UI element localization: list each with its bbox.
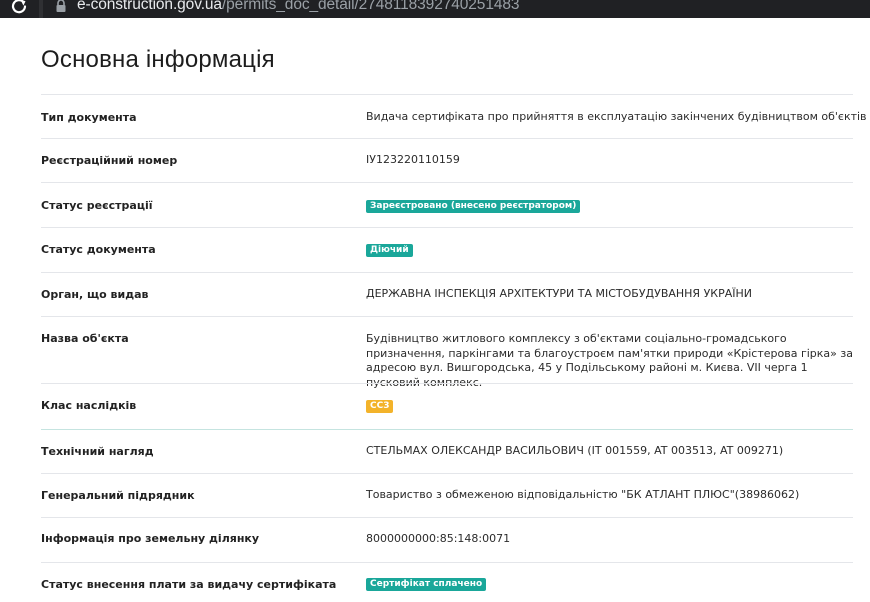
lock-icon[interactable] (55, 0, 67, 13)
document-info-table: Тип документа Видача сертифіката про при… (41, 94, 867, 602)
row-issuing-authority: Орган, що видав ДЕРЖАВНА ІНСПЕКЦІЯ АРХІТ… (41, 272, 853, 316)
reload-icon[interactable] (10, 0, 28, 15)
page-title: Основна інформація (41, 46, 275, 73)
status-badge: Зареєстровано (внесено реєстратором) (366, 200, 581, 213)
row-label: Тип документа (41, 111, 137, 124)
row-land-plot-info: Інформація про земельну ділянку 80000000… (41, 517, 853, 562)
row-document-type: Тип документа Видача сертифіката про при… (41, 94, 867, 138)
row-label: Статус реєстрації (41, 199, 153, 212)
toolbar-separator (39, 0, 43, 18)
row-value: 8000000000:85:148:0071 (366, 532, 511, 545)
class-badge: СС3 (366, 400, 394, 413)
row-consequence-class: Клас наслідків СС3 (41, 383, 853, 429)
row-registration-status: Статус реєстрації Зареєстровано (внесено… (41, 182, 853, 227)
row-value: СТЕЛЬМАХ ОЛЕКСАНДР ВАСИЛЬОВИЧ (IT 001559… (366, 444, 784, 457)
row-value: Видача сертифіката про прийняття в експл… (366, 110, 867, 123)
row-label: Реєстраційний номер (41, 154, 178, 167)
status-badge: Діючий (366, 244, 413, 257)
row-label: Клас наслідків (41, 399, 137, 412)
row-label: Статус документа (41, 243, 156, 256)
status-badge: Сертифікат сплачено (366, 578, 487, 591)
browser-address-bar[interactable]: e-construction.gov.ua/permits_doc_detail… (0, 0, 870, 18)
row-registration-number: Реєстраційний номер IУ123220110159 (41, 138, 853, 182)
url-host: e-construction.gov.ua (77, 0, 222, 13)
row-value: Товариство з обмеженою відповідальністю … (366, 488, 800, 501)
url-path: /permits_doc_detail/2748118392740251483 (221, 0, 520, 13)
row-certificate-fee-status: Статус внесення плати за видачу сертифік… (41, 562, 853, 602)
row-value: Будівництво житлового комплексу з об'єкт… (366, 332, 853, 389)
row-general-contractor: Генеральний підрядник Товариство з обмеж… (41, 473, 853, 517)
row-document-status: Статус документа Діючий (41, 227, 853, 272)
row-object-name: Назва об'єкта Будівництво житлового комп… (41, 316, 853, 389)
row-label: Статус внесення плати за видачу сертифік… (41, 578, 337, 591)
row-label: Назва об'єкта (41, 332, 129, 345)
row-label: Інформація про земельну ділянку (41, 532, 260, 545)
url-text[interactable]: e-construction.gov.ua/permits_doc_detail… (77, 0, 520, 14)
row-technical-supervision: Технічний нагляд СТЕЛЬМАХ ОЛЕКСАНДР ВАСИ… (41, 429, 853, 473)
row-value: ДЕРЖАВНА ІНСПЕКЦІЯ АРХІТЕКТУРИ ТА МІСТОБ… (366, 287, 752, 300)
row-label: Генеральний підрядник (41, 489, 195, 502)
row-label: Технічний нагляд (41, 445, 154, 458)
row-label: Орган, що видав (41, 288, 149, 301)
row-value: IУ123220110159 (366, 153, 460, 166)
